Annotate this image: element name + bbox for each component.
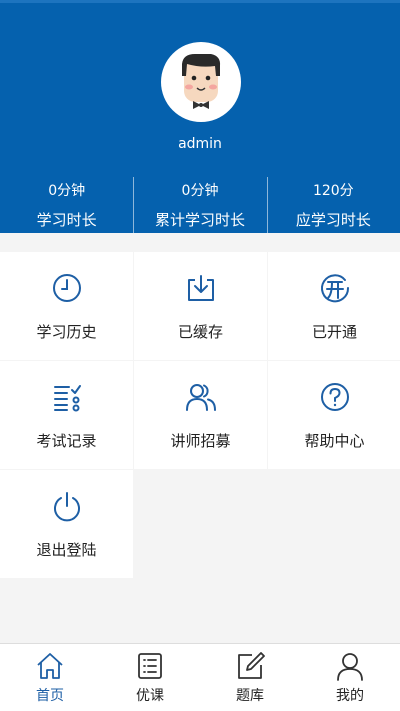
tab-questions[interactable]: 题库 [200, 644, 300, 711]
menu-label: 退出登陆 [36, 541, 97, 559]
profile-header: admin 0分钟 学习时长 0分钟 累计学习时长 120分 应学习时长 [0, 0, 400, 233]
stat-value: 0分钟 [48, 183, 86, 199]
tab-label: 优课 [136, 688, 164, 704]
avatar-face-icon [182, 54, 221, 109]
menu-label: 学习历史 [36, 323, 97, 341]
study-stats: 0分钟 学习时长 0分钟 累计学习时长 120分 应学习时长 [0, 175, 400, 233]
stat-value: 120分 [312, 183, 354, 199]
stat-label: 应学习时长 [295, 211, 371, 229]
menu-item-lecturer-recruit[interactable]: 讲师招募 [134, 361, 267, 469]
tab-label: 我的 [336, 688, 364, 704]
checklist-icon [53, 385, 81, 412]
menu-label: 考试记录 [36, 432, 97, 450]
stat-label: 学习时长 [36, 211, 97, 229]
bottom-tab-bar: 首页 优课 题库 我的 [0, 643, 400, 711]
username: admin [178, 136, 222, 152]
edit-note-icon [238, 652, 265, 679]
menu-item-opened[interactable]: 已开通 [268, 252, 400, 360]
menu-label: 已缓存 [177, 323, 223, 341]
stat-value: 0分钟 [181, 183, 219, 199]
tab-label: 题库 [236, 688, 264, 704]
power-icon [53, 492, 80, 522]
course-list-icon [138, 653, 162, 679]
menu-label: 已开通 [311, 323, 357, 341]
avatar[interactable] [161, 42, 241, 122]
stat-study-time: 0分钟 学习时长 [0, 175, 133, 233]
clock-icon [52, 274, 81, 302]
user-icon [337, 653, 363, 681]
home-icon [37, 653, 63, 679]
open-badge-icon [320, 274, 349, 303]
menu-item-exam-records[interactable]: 考试记录 [0, 361, 133, 469]
menu-item-cached[interactable]: 已缓存 [134, 252, 267, 360]
tab-label: 首页 [36, 688, 64, 704]
stat-total-study-time: 0分钟 累计学习时长 [133, 175, 266, 233]
stat-label: 累计学习时长 [154, 211, 245, 229]
tab-courses[interactable]: 优课 [100, 644, 200, 711]
help-icon [320, 383, 349, 411]
status-bar-strip [0, 0, 400, 3]
menu-label: 讲师招募 [170, 432, 231, 450]
tab-home[interactable]: 首页 [0, 644, 100, 711]
tab-mine[interactable]: 我的 [300, 644, 400, 711]
menu-item-logout[interactable]: 退出登陆 [0, 470, 133, 578]
menu-item-help-center[interactable]: 帮助中心 [268, 361, 400, 469]
menu-label: 帮助中心 [304, 432, 365, 450]
users-icon [185, 384, 216, 411]
stat-required-study-time: 120分 应学习时长 [266, 175, 400, 233]
download-tray-icon [187, 275, 214, 301]
menu-item-history[interactable]: 学习历史 [0, 252, 133, 360]
